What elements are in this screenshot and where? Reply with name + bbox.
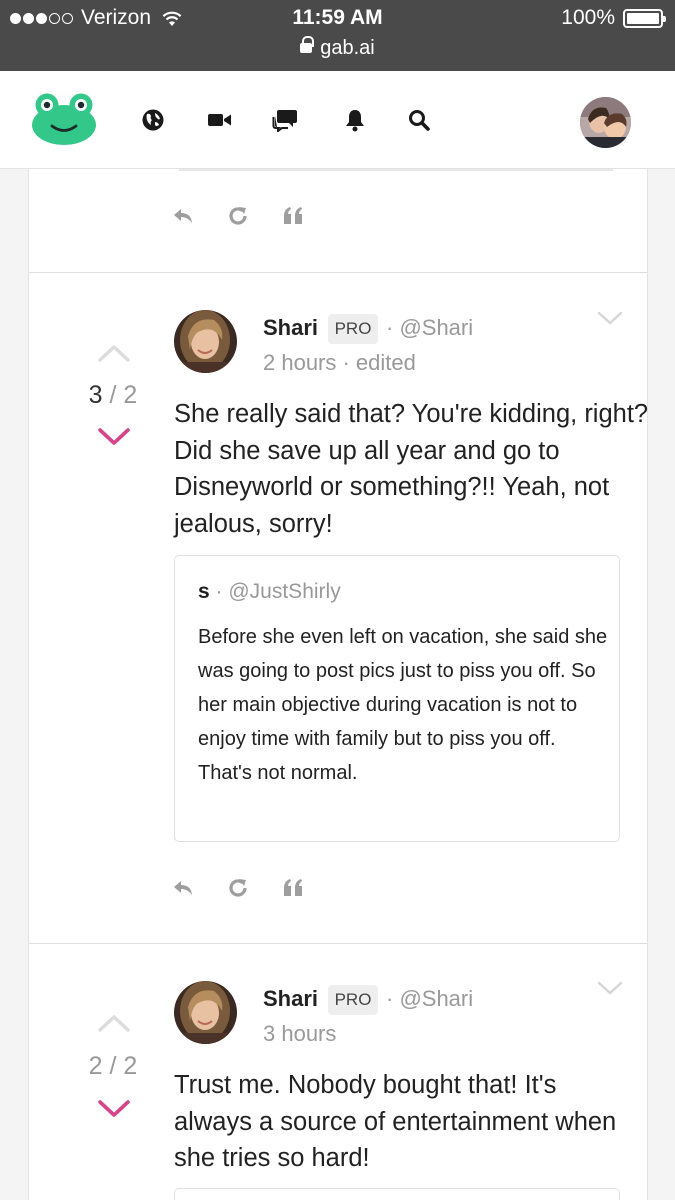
repost-icon[interactable]: [227, 205, 249, 227]
post-actions: [172, 205, 304, 227]
quoted-author: s: [198, 580, 210, 603]
quoted-post[interactable]: s · @JustShirly Before she even left on …: [174, 555, 620, 842]
battery-group: 100%: [561, 6, 666, 30]
repost-icon[interactable]: [227, 877, 249, 899]
post-timestamp[interactable]: 2 hours · edited: [263, 350, 416, 376]
author-handle[interactable]: · @Shari: [386, 986, 473, 1012]
post-actions: [172, 877, 304, 899]
chat-icon[interactable]: [271, 106, 299, 134]
quote-icon[interactable]: [282, 206, 304, 226]
chevron-down-icon[interactable]: [597, 980, 623, 996]
quoted-handle: · @JustShirly: [209, 580, 341, 603]
quoted-post-body: Before she even left on vacation, she sa…: [198, 626, 608, 784]
author-avatar[interactable]: [174, 981, 237, 1044]
author-avatar[interactable]: [174, 310, 237, 373]
pro-badge: PRO: [328, 985, 378, 1015]
lock-icon: [300, 36, 315, 53]
pro-badge: PRO: [328, 314, 378, 344]
video-icon[interactable]: [206, 106, 234, 134]
status-bar: Verizon 11:59 AM gab.ai 100%: [0, 0, 675, 71]
chevron-down-icon[interactable]: [597, 310, 623, 326]
downvote-icon[interactable]: [97, 427, 131, 447]
post-body: Trust me. Nobody bought that! It's alway…: [174, 1071, 617, 1172]
globe-icon[interactable]: [139, 106, 167, 134]
battery-icon: [623, 8, 666, 28]
downvote-icon[interactable]: [97, 1099, 131, 1119]
frog-logo-icon[interactable]: [31, 93, 97, 150]
battery-percent: 100%: [561, 6, 615, 29]
post-body: She really said that? You're kidding, ri…: [174, 400, 649, 538]
avatar[interactable]: [580, 97, 631, 148]
reply-icon[interactable]: [172, 207, 194, 225]
upvote-icon[interactable]: [97, 343, 131, 363]
upvote-icon[interactable]: [97, 1013, 131, 1033]
quote-icon[interactable]: [282, 878, 304, 898]
reply-icon[interactable]: [172, 879, 194, 897]
url-text: gab.ai: [320, 37, 375, 59]
author-handle[interactable]: · @Shari: [386, 315, 473, 341]
nav-bar: [0, 71, 675, 169]
author-name[interactable]: Shari: [263, 986, 318, 1012]
feed: 3 / 2 Shari PRO · @Shari 2 hours · edite…: [28, 169, 648, 1200]
quoted-post[interactable]: [174, 1188, 620, 1200]
author-name[interactable]: Shari: [263, 315, 318, 341]
vote-score: 3 / 2: [88, 381, 138, 409]
vote-score: 2 / 2: [88, 1052, 138, 1080]
search-icon[interactable]: [405, 106, 433, 134]
quoted-post-header: s · @JustShirly: [198, 580, 341, 604]
bell-icon[interactable]: [341, 106, 369, 134]
post-timestamp[interactable]: 3 hours: [263, 1021, 336, 1047]
url-bar[interactable]: gab.ai: [0, 36, 675, 60]
